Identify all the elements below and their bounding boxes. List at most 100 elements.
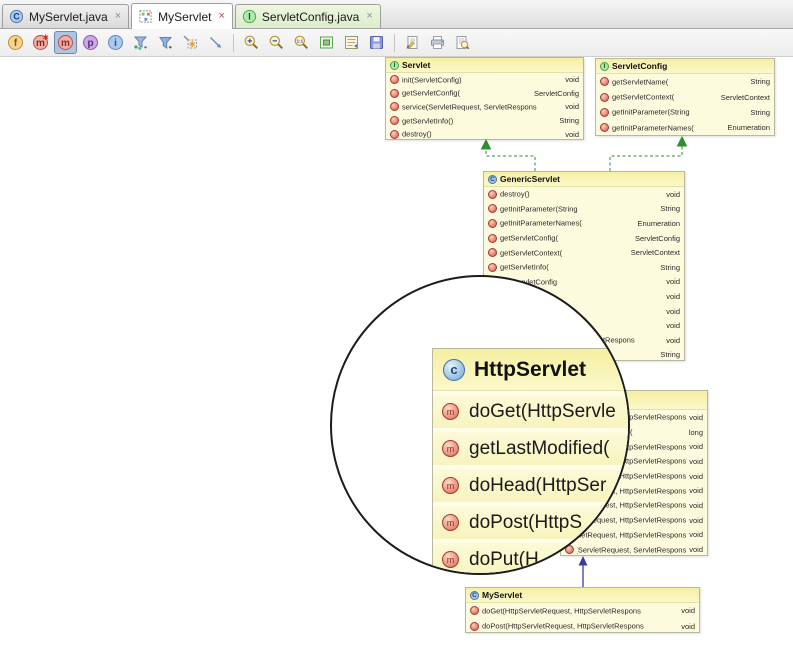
method-row[interactable]: init(ServletConfig) void: [386, 73, 583, 87]
method-signature: getInitParameter(String: [612, 107, 690, 117]
toolbar-show-fields[interactable]: f: [4, 31, 27, 54]
method-row[interactable]: getServletConfig(ServletConfig: [386, 87, 583, 101]
realization-edge-genericservlet-servlet: [480, 138, 536, 171]
return-type: void: [681, 621, 695, 631]
svg-text:m: m: [61, 38, 70, 49]
toolbar-dependencies-filter[interactable]: [129, 31, 152, 54]
toolbar-export-diagram[interactable]: [401, 31, 424, 54]
close-icon[interactable]: ×: [218, 11, 224, 22]
return-type: void: [689, 471, 703, 481]
return-type: ServletConfig: [634, 233, 680, 243]
toolbar-save-diagram[interactable]: [365, 31, 388, 54]
uml-class-httpservlet-magnified: c HttpServlet m doGet(HttpServle m getLastM…: [432, 348, 628, 573]
method-icon: [390, 116, 399, 126]
method-row[interactable]: destroy() void: [386, 127, 583, 141]
method-icon: m: [442, 440, 459, 457]
method-signature: getServletName(: [612, 77, 669, 87]
uml-class-servletconfig[interactable]: I ServletConfig getServletName(String get…: [595, 58, 775, 136]
method-row[interactable]: doPost(HttpServletRequest, HttpServletRe…: [466, 619, 699, 635]
method-row[interactable]: m doGet(HttpServle: [433, 395, 628, 428]
tab-myservlet-java[interactable]: C MyServlet.java ×: [2, 4, 130, 28]
method-row[interactable]: m getLastModified(: [433, 432, 628, 465]
method-icon: m: [442, 403, 459, 420]
return-type: void: [689, 456, 703, 466]
svg-text:C: C: [13, 11, 20, 21]
svg-text:p: p: [87, 38, 93, 49]
method-row[interactable]: m doHead(HttpSer: [433, 469, 628, 502]
return-type: String: [660, 204, 680, 214]
tab-servletconfig-java[interactable]: I ServletConfig.java ×: [234, 4, 381, 28]
toolbar-show-constructors[interactable]: m ✱: [29, 31, 52, 54]
uml-class-myservlet[interactable]: C MyServlet doGet(HttpServletRequest, Ht…: [465, 587, 700, 633]
method-icon: [600, 77, 609, 87]
class-header: I ServletConfig: [596, 59, 774, 74]
method-row[interactable]: getServletName( String: [596, 74, 774, 89]
diagram-icon: [138, 9, 153, 24]
method-icon: [470, 621, 479, 631]
method-row[interactable]: getInitParameter(String String: [484, 202, 684, 217]
class-header: c HttpServlet: [433, 349, 628, 391]
return-type: void: [689, 530, 703, 540]
return-type: String: [750, 77, 770, 87]
toolbar-actual-size[interactable]: 1:1: [290, 31, 313, 54]
interface-icon: I: [242, 9, 257, 24]
svg-text:✱: ✱: [42, 34, 49, 42]
method-row[interactable]: doGet(HttpServletRequest, HttpServletRes…: [466, 603, 699, 619]
toolbar-preview-diagram[interactable]: [451, 31, 474, 54]
realization-edge-genericservlet-servletconfig: [609, 135, 688, 171]
close-icon[interactable]: ×: [366, 11, 372, 22]
method-row[interactable]: getServletConfig(ServletConfig: [484, 231, 684, 246]
return-type: String: [559, 116, 579, 126]
method-row[interactable]: getInitParameterNames(Enumeration: [484, 216, 684, 231]
toolbar-separator: [394, 33, 395, 52]
tab-myservlet-diagram[interactable]: MyServlet ×: [131, 3, 233, 29]
method-signature: getServletConfig(: [402, 88, 460, 98]
method-list: getServletName( String getServletContext(S…: [596, 74, 774, 136]
toolbar-apply-layout[interactable]: [340, 31, 363, 54]
method-row[interactable]: destroy() void: [484, 187, 684, 202]
method-row[interactable]: m doPost(HttpS: [433, 506, 628, 539]
method-row[interactable]: getServletInfo() String: [386, 114, 583, 128]
method-signature: getServletInfo(: [500, 262, 549, 272]
toolbar-show-methods[interactable]: m: [54, 31, 77, 54]
magnifier-lens[interactable]: c HttpServlet m doGet(HttpServle m getLastM…: [330, 275, 630, 575]
toolbar-show-properties[interactable]: p: [79, 31, 102, 54]
method-row[interactable]: getInitParameter(String String: [596, 105, 774, 120]
class-icon: C: [9, 9, 24, 24]
toolbar-zoom-out[interactable]: [265, 31, 288, 54]
toolbar-fit-content[interactable]: [315, 31, 338, 54]
method-row[interactable]: getServletContext(ServletContext: [484, 245, 684, 260]
toolbar-line-tool[interactable]: [204, 31, 227, 54]
toolbar-print-diagram[interactable]: [426, 31, 449, 54]
toolbar-visibility-filter[interactable]: [154, 31, 177, 54]
return-type: void: [666, 335, 680, 345]
method-row[interactable]: m doPut(H: [433, 543, 628, 573]
method-signature: getServletInfo(): [402, 116, 454, 126]
toolbar-select-region[interactable]: ✱: [179, 31, 202, 54]
uml-diagram-canvas[interactable]: I Servlet init(ServletConfig) void getServ…: [0, 57, 793, 645]
method-list: init(ServletConfig) void getServletConfig(…: [386, 73, 583, 141]
method-row[interactable]: getServletInfo(String: [484, 260, 684, 275]
ide-window: C MyServlet.java × MyServlet × I Servlet…: [0, 0, 793, 645]
method-signature: getInitParameterNames(: [612, 123, 694, 133]
method-row[interactable]: service(ServletRequest, ServletRespons vo…: [386, 100, 583, 114]
method-icon: [488, 248, 497, 258]
uml-class-servlet[interactable]: I Servlet init(ServletConfig) void getServ…: [385, 57, 584, 140]
method-signature: doHead(HttpSer: [469, 474, 607, 496]
method-icon: [390, 102, 399, 112]
method-list: doGet(HttpServletRequest, HttpServletRes…: [466, 603, 699, 634]
diagram-toolbar: f m ✱ m p i ✱ 1:1: [0, 29, 793, 57]
toolbar-zoom-in[interactable]: [240, 31, 263, 54]
method-signature: doPut(H: [469, 548, 539, 570]
method-row[interactable]: getServletContext(ServletContext: [596, 89, 774, 104]
class-title: GenericServlet: [500, 174, 561, 184]
method-row[interactable]: getInitParameterNames(Enumeration: [596, 120, 774, 135]
toolbar-show-inner-classes[interactable]: i: [104, 31, 127, 54]
method-icon: [600, 123, 609, 133]
class-title: MyServlet: [482, 590, 523, 600]
tab-label: MyServlet.java: [29, 9, 108, 24]
method-icon: [390, 75, 399, 85]
editor-tab-bar: C MyServlet.java × MyServlet × I Servlet…: [0, 0, 793, 29]
close-icon[interactable]: ×: [115, 11, 121, 22]
return-type: void: [666, 189, 680, 199]
